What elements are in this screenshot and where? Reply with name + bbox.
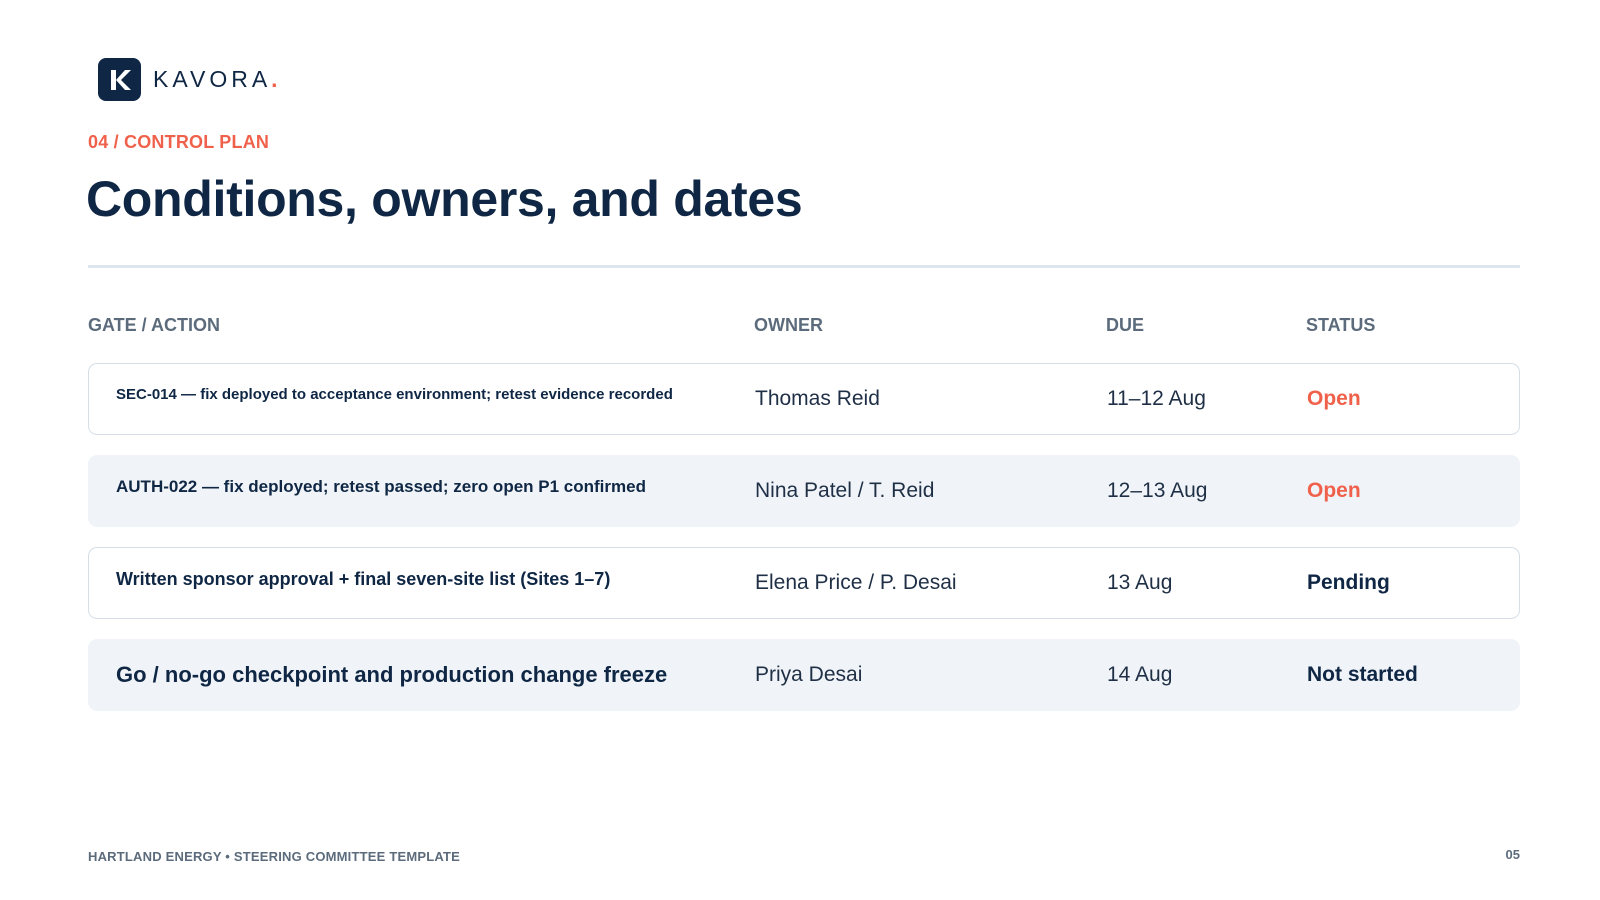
table-row: SEC-014 — fix deployed to acceptance env… (88, 363, 1520, 435)
row-owner: Priya Desai (755, 663, 863, 686)
slide: KAVORA. 04 / CONTROL PLAN Conditions, ow… (0, 0, 1600, 900)
table-row: Go / no-go checkpoint and production cha… (88, 639, 1520, 711)
brand-dot: . (271, 66, 282, 92)
brand-name: KAVORA (153, 66, 272, 92)
row-owner: Nina Patel / T. Reid (755, 479, 935, 502)
footer-text: HARTLAND ENERGY • STEERING COMMITTEE TEM… (88, 849, 461, 864)
header-gate: GATE / ACTION (88, 315, 220, 335)
header-due: DUE (1106, 315, 1145, 335)
page-title: Conditions, owners, and dates (86, 171, 803, 227)
k-logo-icon (98, 58, 141, 101)
status-badge: Pending (1307, 571, 1390, 594)
row-gate: SEC-014 — fix deployed to acceptance env… (116, 386, 673, 403)
table-row: AUTH-022 — fix deployed; retest passed; … (88, 455, 1520, 527)
row-owner: Elena Price / P. Desai (755, 571, 957, 594)
row-due: 14 Aug (1107, 663, 1173, 686)
status-badge: Open (1307, 387, 1361, 410)
brand-logo: KAVORA. (98, 58, 282, 101)
row-owner: Thomas Reid (755, 387, 880, 410)
row-gate: Written sponsor approval + final seven-s… (116, 569, 611, 589)
row-due: 13 Aug (1107, 571, 1173, 594)
status-badge: Open (1307, 479, 1361, 502)
section-label: 04 / CONTROL PLAN (88, 132, 270, 152)
row-due: 11–12 Aug (1107, 387, 1206, 410)
row-due: 12–13 Aug (1107, 479, 1208, 502)
brand-wordmark: KAVORA. (153, 66, 282, 93)
header-owner: OWNER (754, 315, 823, 335)
page-number: 05 (1505, 847, 1520, 862)
row-gate: Go / no-go checkpoint and production cha… (116, 662, 668, 687)
row-gate: AUTH-022 — fix deployed; retest passed; … (116, 477, 646, 496)
header-status: STATUS (1306, 315, 1376, 335)
status-badge: Not started (1307, 663, 1418, 686)
title-divider (88, 265, 1520, 268)
table-row: Written sponsor approval + final seven-s… (88, 547, 1520, 619)
